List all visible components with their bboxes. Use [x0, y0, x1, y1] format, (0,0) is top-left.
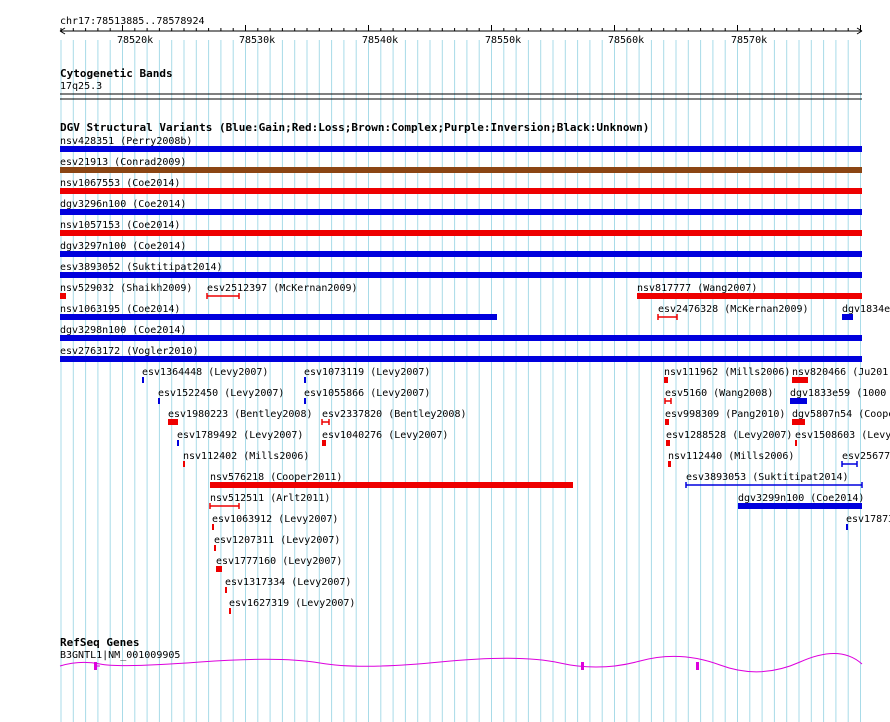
dgv-feature-label[interactable]: esv1777160 (Levy2007) — [216, 556, 342, 567]
refseq-gene-exon — [581, 662, 584, 670]
dgv-feature-label[interactable]: esv1980223 (Bentley2008) — [168, 409, 313, 420]
refseq-gene-exon — [696, 662, 699, 670]
dgv-feature-label[interactable]: esv25677 — [842, 451, 890, 462]
dgv-feature-label[interactable]: esv21913 (Conrad2009) — [60, 157, 186, 168]
dgv-feature-label[interactable]: nsv1067553 (Coe2014) — [60, 178, 180, 189]
dgv-feature-label[interactable]: esv1063912 (Levy2007) — [212, 514, 338, 525]
dgv-feature-label[interactable]: esv1040276 (Levy2007) — [322, 430, 448, 441]
dgv-feature-label[interactable]: esv3893053 (Suktitipat2014) — [686, 472, 849, 483]
dgv-feature-label[interactable]: esv1055866 (Levy2007) — [304, 388, 430, 399]
dgv-feature-label[interactable]: esv1789492 (Levy2007) — [177, 430, 303, 441]
dgv-feature-label[interactable]: nsv1057153 (Coe2014) — [60, 220, 180, 231]
dgv-feature-label[interactable]: nsv817777 (Wang2007) — [637, 283, 757, 294]
dgv-feature-label[interactable]: esv1627319 (Levy2007) — [229, 598, 355, 609]
dgv-feature-label[interactable]: esv1522450 (Levy2007) — [158, 388, 284, 399]
refseq-gene-intron-line — [59, 653, 863, 673]
dgv-feature-label[interactable]: nsv112440 (Mills2006) — [668, 451, 794, 462]
dgv-feature-label[interactable]: nsv428351 (Perry2008b) — [60, 136, 192, 147]
dgv-feature-label[interactable]: dgv3296n100 (Coe2014) — [60, 199, 186, 210]
dgv-feature-label[interactable]: esv1317334 (Levy2007) — [225, 577, 351, 588]
dgv-feature-label[interactable]: esv2512397 (McKernan2009) — [207, 283, 358, 294]
dgv-feature-label[interactable]: nsv529032 (Shaikh2009) — [60, 283, 192, 294]
dgv-feature-label[interactable]: esv2476328 (McKernan2009) — [658, 304, 809, 315]
dgv-feature-label[interactable]: dgv1834e — [842, 304, 890, 315]
dgv-feature-label[interactable]: esv1207311 (Levy2007) — [214, 535, 340, 546]
dgv-feature-label[interactable]: nsv1063195 (Coe2014) — [60, 304, 180, 315]
dgv-feature-label[interactable]: nsv112402 (Mills2006) — [183, 451, 309, 462]
dgv-feature-label[interactable]: nsv512511 (Arlt2011) — [210, 493, 330, 504]
dgv-feature-label[interactable]: esv1364448 (Levy2007) — [142, 367, 268, 378]
dgv-feature-label[interactable]: esv3893052 (Suktitipat2014) — [60, 262, 223, 273]
dgv-feature-label[interactable]: esv1508603 (Levy — [795, 430, 890, 441]
dgv-feature-label[interactable]: dgv1833e59 (1000 — [790, 388, 886, 399]
dgv-feature-label[interactable]: esv998309 (Pang2010) — [665, 409, 785, 420]
dgv-feature-label[interactable]: esv17873 — [846, 514, 890, 525]
dgv-feature-label[interactable]: dgv3298n100 (Coe2014) — [60, 325, 186, 336]
dgv-feature-label[interactable]: nsv111962 (Mills2006) — [664, 367, 790, 378]
dgv-feature-label[interactable]: esv2763172 (Vogler2010) — [60, 346, 198, 357]
dgv-feature-label[interactable]: esv1288528 (Levy2007) — [666, 430, 792, 441]
dgv-feature-label[interactable]: esv5160 (Wang2008) — [665, 388, 773, 399]
genome-browser-canvas — [59, 25, 863, 722]
dgv-feature-label[interactable]: esv1073119 (Levy2007) — [304, 367, 430, 378]
dgv-feature-label[interactable]: dgv5807n54 (Coope — [792, 409, 890, 420]
dgv-feature-label[interactable]: dgv3297n100 (Coe2014) — [60, 241, 186, 252]
dgv-feature-label[interactable]: dgv3299n100 (Coe2014) — [738, 493, 864, 504]
dgv-feature-label[interactable]: nsv820466 (Ju201 — [792, 367, 888, 378]
dgv-feature-label[interactable]: esv2337820 (Bentley2008) — [322, 409, 467, 420]
dgv-feature-label[interactable]: nsv576218 (Cooper2011) — [210, 472, 342, 483]
